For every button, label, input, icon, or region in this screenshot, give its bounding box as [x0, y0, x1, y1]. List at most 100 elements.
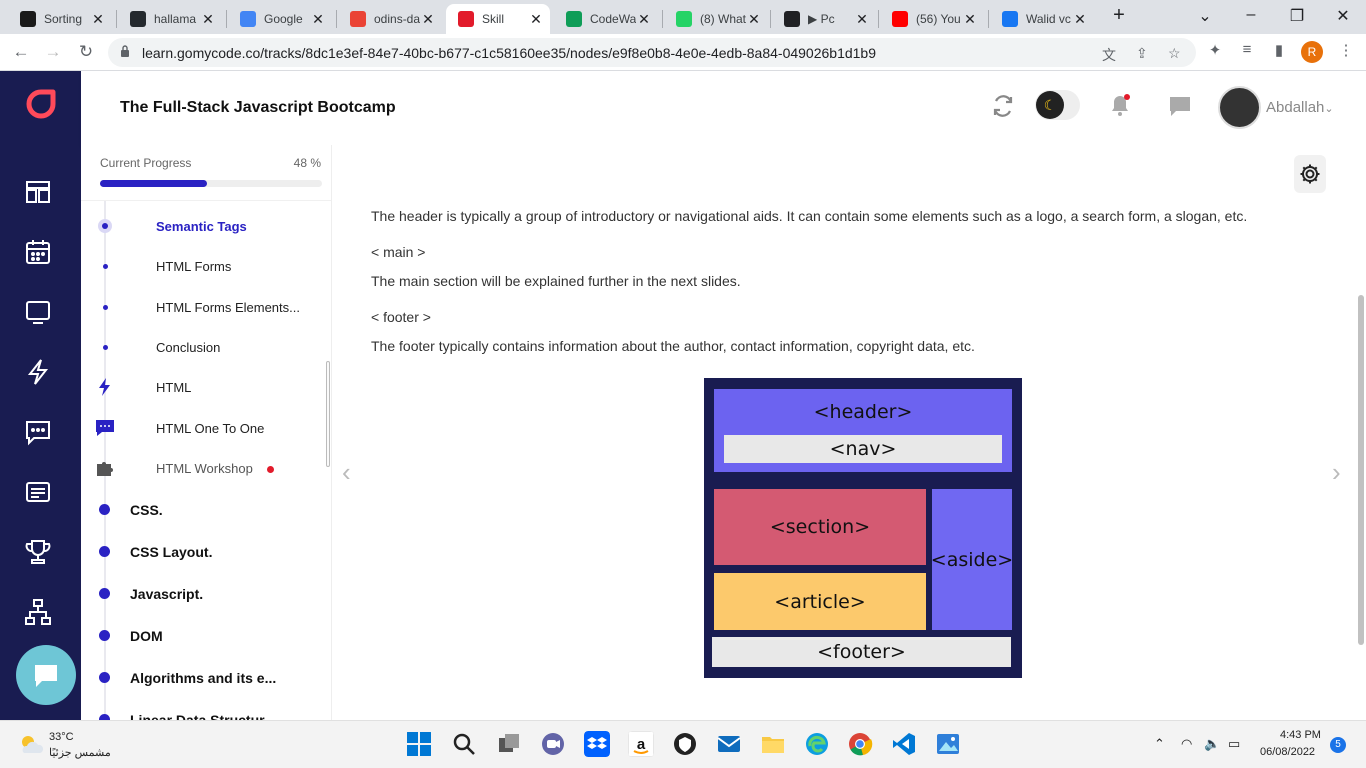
back-icon[interactable]: ← — [10, 42, 32, 62]
browser-tab[interactable]: Google ✕ — [228, 4, 332, 34]
next-slide-arrow[interactable]: › — [1332, 457, 1341, 488]
translate-icon[interactable]: 文 — [1102, 45, 1116, 65]
reload-icon[interactable]: ↻ — [75, 42, 97, 62]
close-window-icon[interactable]: ✕ — [1328, 6, 1358, 26]
clock-date[interactable]: 06/08/2022 — [1260, 746, 1315, 758]
diagram-footer-block: <footer> — [712, 637, 1011, 667]
minimize-icon[interactable]: – — [1236, 6, 1266, 24]
gomycode-logo-icon[interactable] — [26, 89, 56, 119]
amazon-icon[interactable]: a — [628, 731, 654, 757]
close-tab-icon[interactable]: ✕ — [528, 11, 544, 28]
browser-tab[interactable]: CodeWa ✕ — [554, 4, 658, 34]
lesson-semantic-tags[interactable]: Semantic Tags — [156, 219, 247, 234]
lesson-html-one-to-one[interactable]: HTML One To One — [156, 421, 264, 436]
sitemap-icon[interactable] — [24, 598, 52, 626]
close-tab-icon[interactable]: ✕ — [90, 11, 106, 28]
browser-tab[interactable]: (8) What ✕ — [664, 4, 768, 34]
search-icon[interactable] — [451, 731, 477, 757]
extensions-icon[interactable]: ✦ — [1205, 41, 1225, 59]
section-linear-data-structures[interactable]: Linear Data Structur... — [130, 712, 275, 720]
mail-icon[interactable] — [716, 731, 742, 757]
restore-icon[interactable]: ❐ — [1282, 6, 1312, 26]
close-tab-icon[interactable]: ✕ — [636, 11, 652, 28]
browser-tab[interactable]: odins-da ✕ — [338, 4, 442, 34]
user-avatar[interactable] — [1218, 86, 1261, 129]
dropbox-icon[interactable] — [584, 731, 610, 757]
support-chat-button[interactable] — [16, 645, 76, 705]
weather-icon[interactable] — [18, 733, 44, 755]
edge-icon[interactable] — [804, 731, 830, 757]
tab-search-icon[interactable]: ⌄ — [1190, 6, 1220, 26]
bookmark-star-icon[interactable]: ☆ — [1168, 45, 1181, 62]
tab-separator — [116, 10, 117, 28]
previous-slide-arrow[interactable]: ‹ — [342, 457, 351, 488]
vscode-icon[interactable] — [891, 731, 917, 757]
calendar-icon[interactable] — [24, 238, 52, 266]
lesson-html-quiz[interactable]: HTML — [156, 380, 191, 395]
lesson-html-forms-elements[interactable]: HTML Forms Elements... — [156, 300, 300, 315]
photos-icon[interactable] — [935, 731, 961, 757]
windows-start-icon[interactable] — [406, 731, 432, 757]
media-control-icon[interactable]: ≡ — [1237, 41, 1257, 58]
weather-temperature[interactable]: 33°C — [49, 731, 74, 743]
puzzle-icon — [97, 462, 113, 476]
laptop-icon[interactable] — [24, 298, 52, 326]
browser-tab[interactable]: ▶ Pc ✕ — [772, 4, 876, 34]
close-tab-icon[interactable]: ✕ — [200, 11, 216, 28]
username[interactable]: Abdallah⌄ — [1266, 99, 1334, 116]
browser-tab[interactable]: Walid vc ✕ — [990, 4, 1094, 34]
page-scrollbar[interactable] — [1358, 295, 1364, 645]
section-dom[interactable]: DOM — [130, 628, 163, 644]
course-outline-sidebar: Current Progress 48 % Semantic Tags HTML… — [81, 145, 332, 720]
task-view-icon[interactable] — [496, 731, 522, 757]
shield-app-icon[interactable] — [672, 731, 698, 757]
close-tab-icon[interactable]: ✕ — [854, 11, 870, 28]
lightning-icon[interactable] — [24, 358, 52, 386]
browser-tab[interactable]: Skill ✕ — [446, 4, 550, 34]
lesson-conclusion[interactable]: Conclusion — [156, 340, 220, 355]
browser-menu-icon[interactable]: ⋮ — [1336, 41, 1356, 59]
lesson-html-forms[interactable]: HTML Forms — [156, 259, 231, 274]
battery-icon[interactable]: ▭ — [1228, 736, 1240, 752]
sidebar-scrollbar[interactable] — [326, 361, 330, 467]
clock-time[interactable]: 4:43 PM — [1280, 729, 1321, 741]
forward-icon[interactable]: → — [42, 42, 64, 62]
teams-chat-icon[interactable] — [540, 731, 566, 757]
browser-tab[interactable]: (56) You ✕ — [880, 4, 984, 34]
tracks-icon[interactable] — [24, 178, 52, 206]
section-css-layout[interactable]: CSS Layout. — [130, 544, 212, 560]
close-tab-icon[interactable]: ✕ — [1072, 11, 1088, 28]
lesson-html-workshop[interactable]: HTML Workshop — [156, 461, 274, 476]
chat-icon[interactable] — [24, 418, 52, 446]
side-panel-icon[interactable]: ▮ — [1269, 41, 1289, 59]
notification-count-badge[interactable]: 5 — [1330, 737, 1346, 753]
close-tab-icon[interactable]: ✕ — [420, 11, 436, 28]
settings-button[interactable] — [1294, 155, 1326, 193]
browser-tab[interactable]: Sorting ✕ — [8, 4, 112, 34]
tray-chevron-icon[interactable]: ⌃ — [1154, 736, 1165, 752]
dark-mode-toggle[interactable]: ☾ — [1035, 90, 1080, 120]
news-icon[interactable] — [24, 478, 52, 506]
share-icon[interactable]: ⇪ — [1136, 45, 1148, 62]
section-javascript[interactable]: Javascript. — [130, 586, 203, 602]
new-tab-button[interactable]: + — [1104, 4, 1134, 27]
section-css[interactable]: CSS. — [130, 502, 163, 518]
close-tab-icon[interactable]: ✕ — [962, 11, 978, 28]
close-tab-icon[interactable]: ✕ — [746, 11, 762, 28]
address-bar[interactable]: learn.gomycode.co/tracks/8dc1e3ef-84e7-4… — [108, 38, 1196, 67]
wifi-icon[interactable]: ◠ — [1181, 736, 1192, 752]
chrome-app-icon — [350, 11, 366, 27]
weather-description[interactable]: مشمس جزئيًا — [49, 746, 111, 759]
chrome-icon[interactable] — [847, 731, 873, 757]
trophy-icon[interactable] — [24, 538, 52, 566]
section-algorithms[interactable]: Algorithms and its e... — [130, 670, 276, 686]
refresh-icon[interactable] — [991, 94, 1015, 118]
volume-icon[interactable]: 🔈 — [1204, 736, 1220, 752]
notification-bell-icon[interactable] — [1109, 93, 1131, 117]
browser-tab[interactable]: hallama ✕ — [118, 4, 222, 34]
messages-icon[interactable] — [1168, 95, 1192, 117]
diagram-nav-block: <nav> — [724, 435, 1002, 463]
file-explorer-icon[interactable] — [760, 731, 786, 757]
close-tab-icon[interactable]: ✕ — [310, 11, 326, 28]
profile-avatar[interactable]: R — [1301, 41, 1323, 63]
